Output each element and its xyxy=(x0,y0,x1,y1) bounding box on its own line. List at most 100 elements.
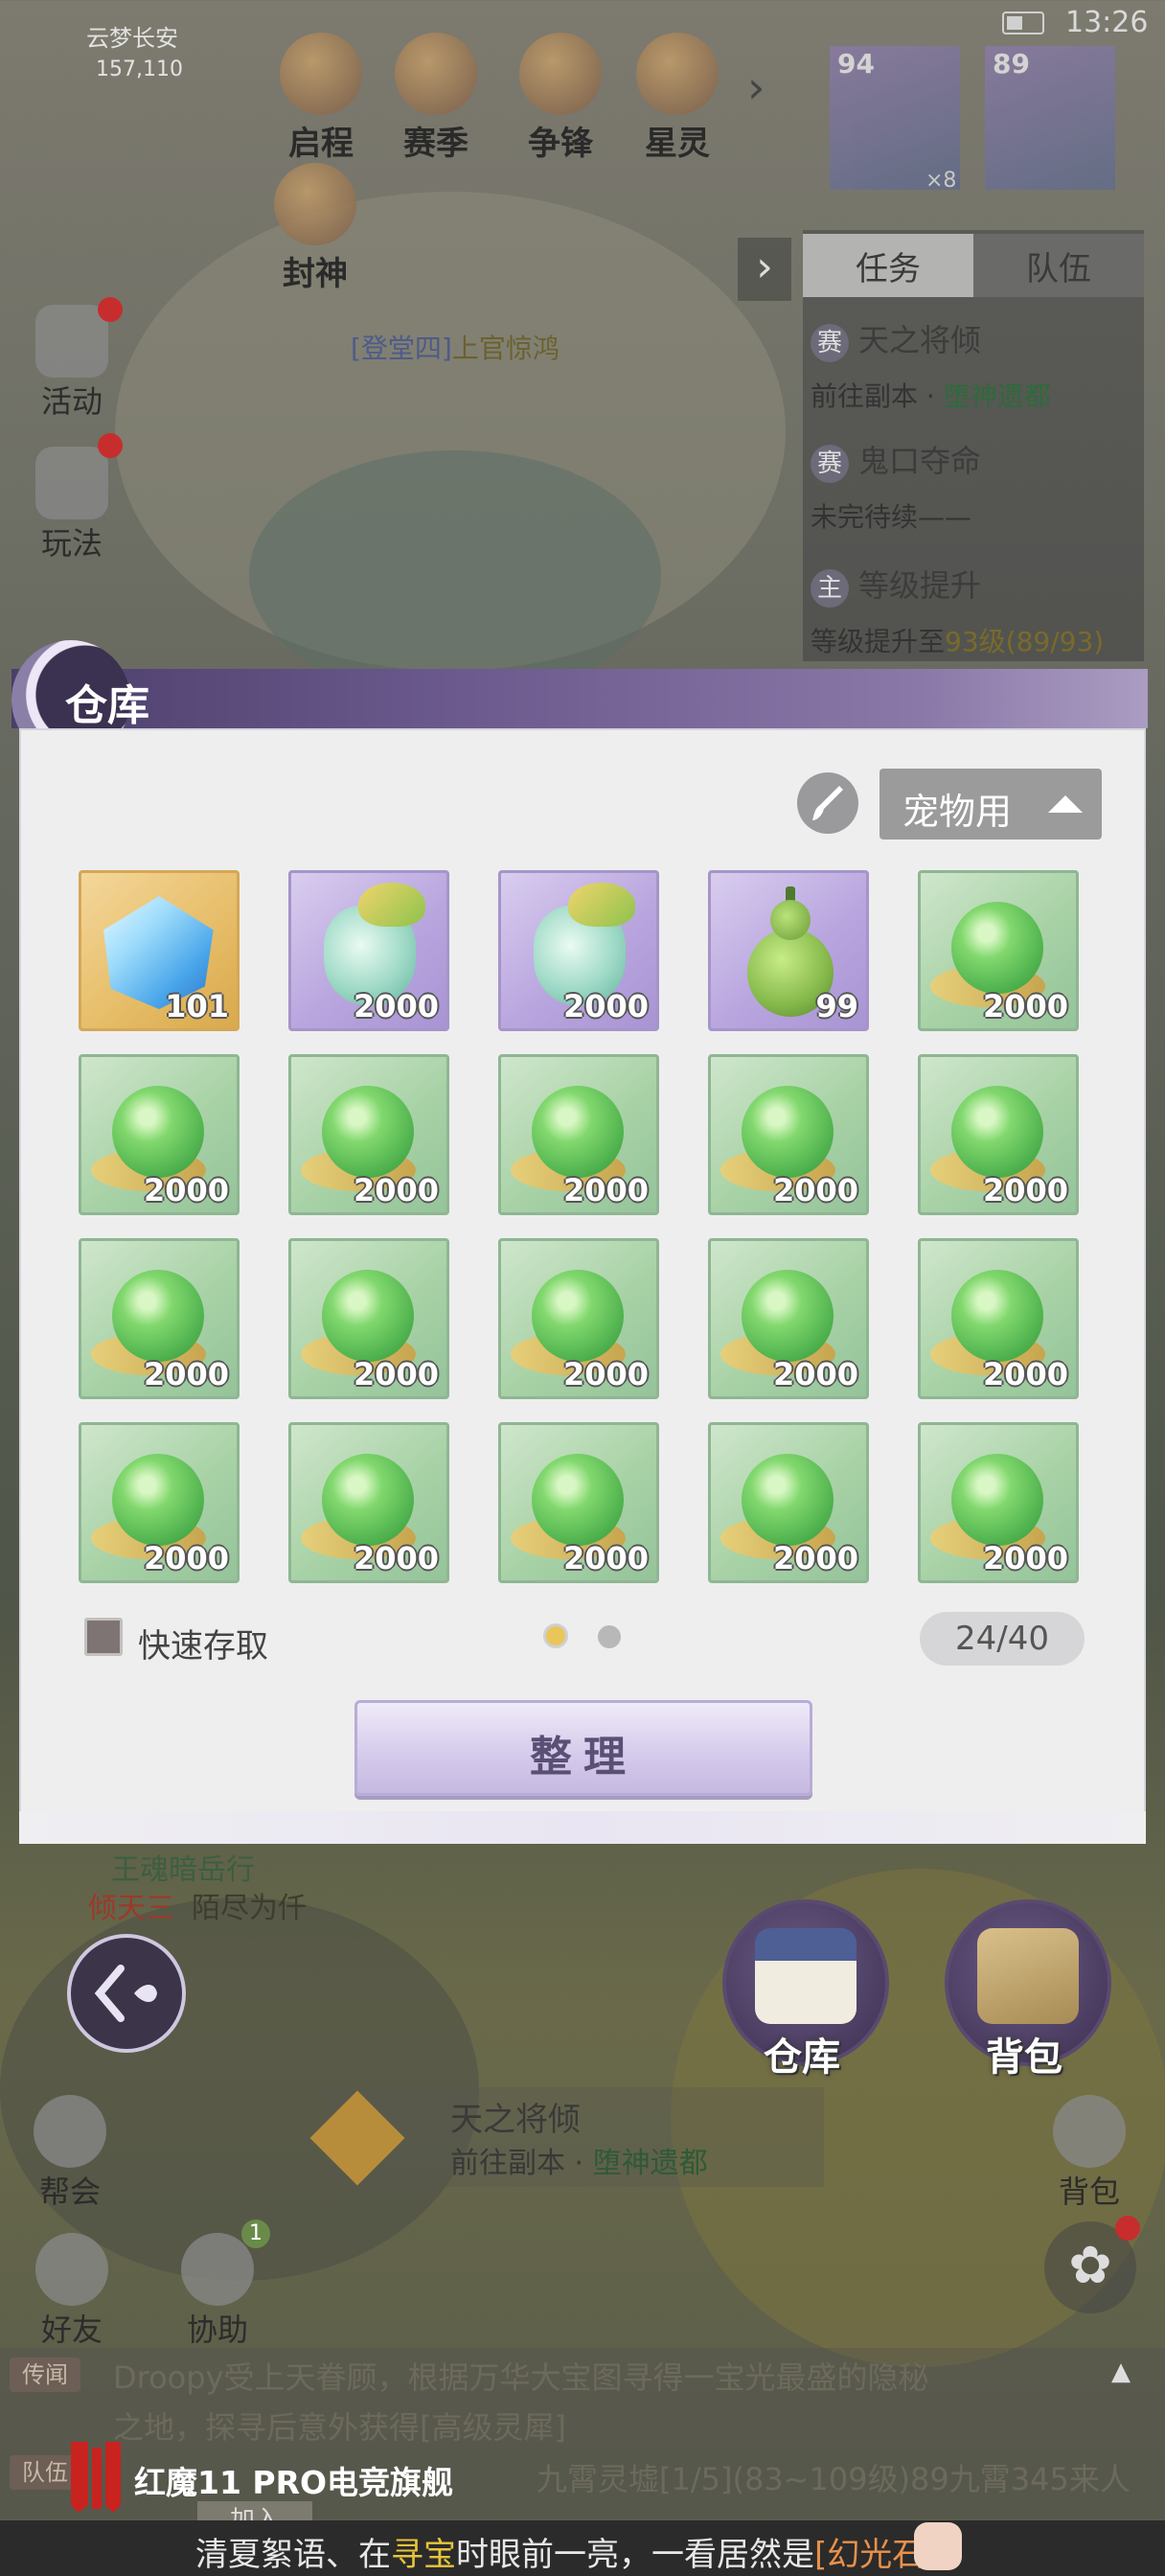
start-journey-button[interactable]: 启程 xyxy=(268,33,374,164)
item-quantity: 2000 xyxy=(353,1356,439,1392)
backpack-button-label: 背包 xyxy=(986,2036,1062,2080)
item-slot[interactable]: 2000 xyxy=(708,1054,869,1215)
deify-button[interactable]: 封神 xyxy=(263,163,368,294)
item-quantity: 2000 xyxy=(982,1540,1068,1576)
item-slot[interactable]: 2000 xyxy=(498,1054,659,1215)
tab-team[interactable]: 队伍 xyxy=(973,234,1144,297)
item-slot[interactable]: 2000 xyxy=(918,1238,1079,1399)
eye-orb-icon xyxy=(636,33,719,115)
back-button[interactable] xyxy=(67,1934,186,2053)
back-arrow-icon xyxy=(94,1965,157,2022)
tab-tasks[interactable]: 任务 xyxy=(803,234,973,297)
page-dot-active[interactable] xyxy=(543,1623,568,1648)
friends-icon xyxy=(35,2233,108,2306)
season-button[interactable]: 赛季 xyxy=(383,33,489,164)
item-slot[interactable]: 2000 xyxy=(288,1422,449,1583)
gift-box-icon xyxy=(35,305,108,378)
item-quantity: 2000 xyxy=(562,1540,649,1576)
party-member-portrait[interactable]: 94 ×8 xyxy=(830,46,960,193)
bag-icon xyxy=(1053,2095,1126,2168)
item-slot[interactable]: 2000 xyxy=(288,870,449,1031)
item-slot[interactable]: 2000 xyxy=(288,1054,449,1215)
item-slot[interactable]: 2000 xyxy=(498,1238,659,1399)
warehouse-title: 仓库 xyxy=(65,681,149,730)
battery-icon xyxy=(1002,12,1044,34)
item-slot[interactable]: 2000 xyxy=(708,1238,869,1399)
quest-type-badge: 赛 xyxy=(811,445,849,483)
item-slot[interactable]: 2000 xyxy=(79,1054,240,1215)
expand-arrow-icon[interactable]: › xyxy=(747,61,765,113)
item-slot[interactable]: 2000 xyxy=(708,1422,869,1583)
quest-item[interactable]: 赛天之将倾 前往副本 · 堕神遗都 xyxy=(811,316,1140,414)
quick-access-checkbox[interactable] xyxy=(84,1618,123,1656)
dialog-bottom-decoration xyxy=(19,1811,1146,1844)
item-slot[interactable]: 2000 xyxy=(918,870,1079,1031)
filter-dropdown[interactable]: 宠物用 xyxy=(879,769,1102,840)
item-slot[interactable]: 2000 xyxy=(288,1238,449,1399)
announcement-text: 清夏絮语、在寻宝时眼前一亮，一看居然是[幻光石] xyxy=(195,2536,938,2574)
star-spirit-button[interactable]: 星灵 xyxy=(625,33,730,164)
cloth-bundle-icon xyxy=(977,1928,1079,2024)
party-member-portrait[interactable]: 89 xyxy=(985,46,1115,190)
capacity-badge: 24/40 xyxy=(920,1612,1085,1666)
collapse-panel-icon[interactable]: › xyxy=(738,238,791,301)
chat-message: Droopy受上天眷顾，根据万华大宝图寻得一宝光最盛的隐秘 xyxy=(113,2359,929,2396)
quest-tracker[interactable]: 天之将倾 前往副本 · 堕神遗都 xyxy=(309,2087,824,2187)
chat-fragment: 王魂暗岳行 xyxy=(111,1853,255,1887)
contest-button[interactable]: 争锋 xyxy=(508,33,613,164)
scene-platform xyxy=(249,450,661,700)
item-slot[interactable]: 2000 xyxy=(498,870,659,1031)
chat-fragment: 陌尽为仟 xyxy=(192,1892,307,1925)
activity-button[interactable]: 活动 xyxy=(19,305,125,422)
item-slot[interactable]: 99 xyxy=(708,870,869,1031)
npc-name-tag[interactable]: [登堂四]上官惊鸿 xyxy=(351,328,560,366)
warehouse-house-icon xyxy=(755,1928,857,2024)
notification-dot xyxy=(1115,2216,1140,2241)
assist-button[interactable]: 协助 xyxy=(165,2233,270,2350)
item-quantity: 2000 xyxy=(562,1172,649,1208)
location-coordinates: 157,110 xyxy=(96,58,183,81)
quest-item[interactable]: 赛鬼口夺命 未完待续—— xyxy=(811,437,1140,535)
item-slot[interactable]: 2000 xyxy=(79,1422,240,1583)
gameplay-button[interactable]: 玩法 xyxy=(19,447,125,564)
notification-dot xyxy=(98,297,123,322)
quest-item[interactable]: 主等级提升 等级提升至93级(89/93) xyxy=(811,562,1140,659)
item-quantity: 2000 xyxy=(772,1540,858,1576)
location-name[interactable]: 云梦长安 xyxy=(86,19,178,53)
compass-icon xyxy=(274,163,356,245)
item-quantity: 2000 xyxy=(982,988,1068,1024)
chat-expand-icon[interactable]: ▲ xyxy=(1111,2358,1131,2386)
chat-channel-tag: 传闻 xyxy=(10,2358,80,2392)
sort-button[interactable]: 整理 xyxy=(354,1700,812,1796)
item-quantity: 2000 xyxy=(353,1540,439,1576)
chat-fragment: 倾天三 xyxy=(88,1892,174,1925)
chat-message: 之地，探寻后意外获得[高级灵犀] xyxy=(113,2409,566,2446)
item-quantity: 2000 xyxy=(562,1356,649,1392)
brush-icon xyxy=(812,786,843,820)
item-slot[interactable]: 2000 xyxy=(918,1054,1079,1215)
notification-badge: 1 xyxy=(241,2220,270,2248)
item-quantity: 2000 xyxy=(353,988,439,1024)
guild-icon xyxy=(34,2095,106,2168)
item-quantity: 2000 xyxy=(143,1172,229,1208)
page-dot[interactable] xyxy=(598,1625,621,1648)
friends-button[interactable]: 好友 xyxy=(19,2233,125,2350)
guild-button[interactable]: 帮会 xyxy=(17,2095,123,2212)
banner-icon xyxy=(519,33,602,115)
item-slot[interactable]: 101 xyxy=(79,870,240,1031)
item-slot[interactable]: 2000 xyxy=(918,1422,1079,1583)
item-quantity: 2000 xyxy=(562,988,649,1024)
warehouse-button-label: 仓库 xyxy=(764,2036,840,2080)
item-quantity: 99 xyxy=(815,988,858,1024)
brush-button[interactable] xyxy=(797,772,858,834)
item-slot[interactable]: 2000 xyxy=(79,1238,240,1399)
handshake-icon xyxy=(181,2233,254,2306)
item-quantity: 2000 xyxy=(772,1172,858,1208)
item-slot[interactable]: 2000 xyxy=(498,1422,659,1583)
item-quantity: 2000 xyxy=(143,1356,229,1392)
chat-message: 九霄灵墟[1/5](83~109级)89九霄345来人 xyxy=(537,2461,1131,2497)
side-backpack-button[interactable]: 背包 xyxy=(1037,2095,1142,2212)
item-quantity: 101 xyxy=(165,988,229,1024)
notification-dot xyxy=(98,433,123,458)
clock: 13:26 xyxy=(1065,6,1149,39)
